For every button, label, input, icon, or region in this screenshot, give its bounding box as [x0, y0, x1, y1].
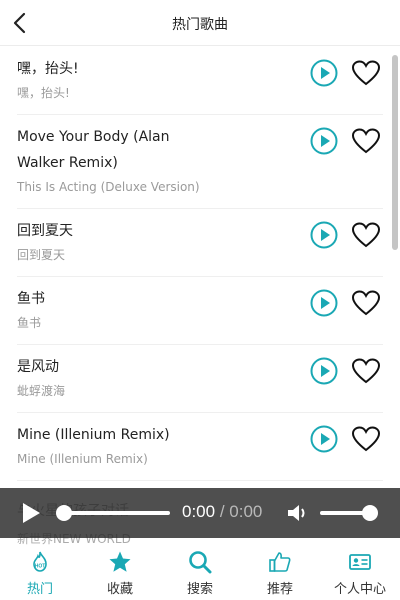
tab-hot[interactable]: HOT 热门: [0, 548, 80, 600]
play-circle-icon[interactable]: [310, 221, 338, 249]
star-icon: [109, 551, 131, 572]
volume-handle[interactable]: [362, 505, 378, 521]
tab-favorites[interactable]: 收藏: [80, 548, 160, 600]
heart-icon[interactable]: [351, 425, 381, 453]
heart-icon[interactable]: [351, 289, 381, 317]
tab-label: 收藏: [106, 582, 133, 597]
total-time: 0:00: [229, 502, 263, 521]
volume-slider[interactable]: [320, 505, 378, 521]
heart-icon[interactable]: [351, 221, 381, 249]
tab-label: 搜索: [186, 582, 213, 597]
play-circle-icon[interactable]: [310, 59, 338, 87]
play-circle-icon[interactable]: [310, 425, 338, 453]
thumbs-up-icon: [269, 552, 291, 572]
top-bar: 热门歌曲: [0, 0, 400, 46]
search-icon: [189, 551, 212, 574]
volume-icon[interactable]: [287, 503, 309, 523]
time-display: 0:00 / 0:00: [182, 502, 262, 522]
play-circle-icon[interactable]: [310, 127, 338, 155]
song-title: 是风动: [17, 359, 59, 375]
current-time: 0:00: [182, 502, 216, 521]
svg-text:HOT: HOT: [35, 564, 46, 570]
seek-handle[interactable]: [56, 505, 72, 521]
song-title: Move Your Body (Alan Walker Remix): [17, 129, 170, 171]
song-item[interactable]: 回到夏天 回到夏天: [17, 209, 383, 277]
page-title: 热门歌曲: [172, 17, 228, 33]
song-item[interactable]: Mine (Illenium Remix) Mine (Illenium Rem…: [17, 413, 383, 481]
play-circle-icon[interactable]: [310, 357, 338, 385]
tab-label: 热门: [26, 582, 53, 597]
play-circle-icon[interactable]: [310, 289, 338, 317]
hot-icon: HOT: [33, 551, 47, 572]
song-title: 嘿，抬头!: [17, 61, 79, 77]
heart-icon[interactable]: [351, 59, 381, 87]
song-subtitle: This Is Acting (Deluxe Version): [17, 180, 200, 194]
song-item[interactable]: 鱼书 鱼书: [17, 277, 383, 345]
tab-label: 推荐: [266, 582, 293, 597]
song-item[interactable]: 嘿，抬头! 嘿，抬头!: [17, 47, 383, 115]
play-icon[interactable]: [20, 502, 42, 524]
song-title: 回到夏天: [17, 223, 73, 239]
song-item[interactable]: Move Your Body (Alan Walker Remix) This …: [17, 115, 383, 209]
bottom-tab-bar: HOT 热门 收藏 搜索 推荐 个人中心: [0, 548, 400, 600]
tab-label: 个人中心: [333, 582, 386, 597]
song-list[interactable]: 嘿，抬头! 嘿，抬头! Move Your Body (Alan Walker …: [0, 47, 400, 488]
heart-icon[interactable]: [351, 127, 381, 155]
heart-icon[interactable]: [351, 357, 381, 385]
song-title: 鱼书: [17, 291, 45, 307]
tab-profile[interactable]: 个人中心: [320, 548, 400, 600]
seek-bar[interactable]: [56, 505, 170, 521]
song-title: Mine (Illenium Remix): [17, 427, 170, 443]
time-separator: /: [219, 502, 225, 521]
scrollbar[interactable]: [392, 55, 398, 250]
tab-search[interactable]: 搜索: [160, 548, 240, 600]
audio-player: 0:00 / 0:00: [0, 488, 400, 538]
profile-card-icon: [349, 554, 371, 570]
tab-recommend[interactable]: 推荐: [240, 548, 320, 600]
song-item[interactable]: 是风动 蚍蜉渡海: [17, 345, 383, 413]
